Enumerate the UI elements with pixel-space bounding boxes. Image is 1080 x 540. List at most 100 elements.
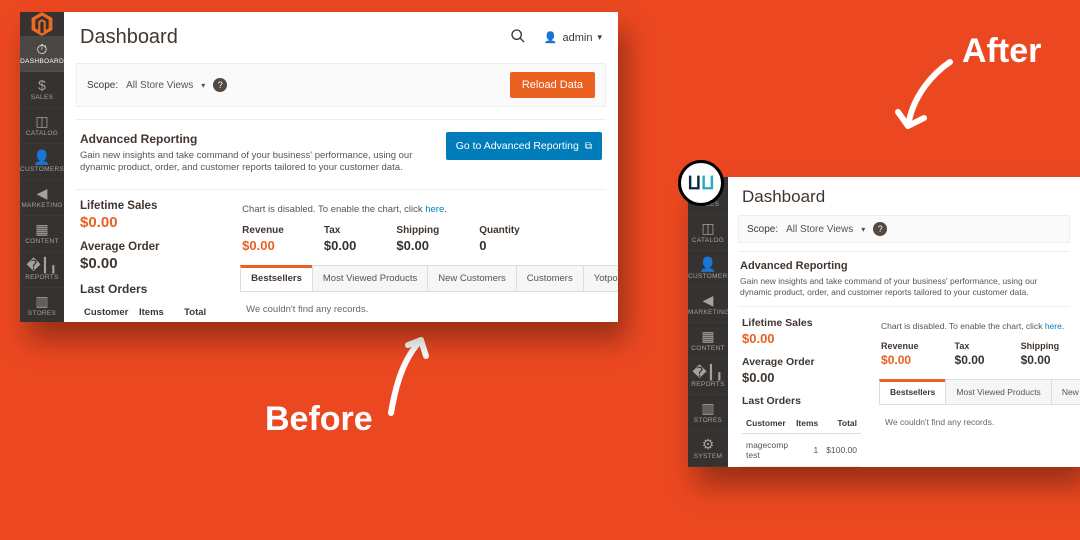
- lifetime-sales-value: $0.00: [80, 214, 210, 231]
- custom-brand-icon: ⵡⵡ: [687, 173, 714, 194]
- reports-icon: �┃╻: [20, 258, 64, 272]
- sidebar-item-label: STORES: [688, 417, 728, 424]
- admin-sidebar: $ SALES ◫ CATALOG 👤 CUSTOMERS ◀ MARKETIN…: [688, 177, 728, 467]
- enable-chart-link[interactable]: here: [425, 204, 444, 215]
- sidebar-item-reports[interactable]: �┃╻ REPORTS: [20, 252, 64, 288]
- catalog-icon: ◫: [688, 221, 728, 235]
- help-icon[interactable]: ?: [213, 78, 227, 92]
- sidebar-item-stores[interactable]: ▥ STORES: [20, 288, 64, 322]
- sidebar-item-marketing[interactable]: ◀ MARKETING: [20, 180, 64, 216]
- customers-icon: 👤: [688, 257, 728, 271]
- sidebar-item-label: CUSTOMERS: [688, 273, 728, 280]
- stat-revenue-value: $0.00: [242, 238, 284, 253]
- page-title: Dashboard: [80, 26, 510, 49]
- before-arrow: [376, 328, 446, 418]
- sidebar-item-label: CATALOG: [688, 237, 728, 244]
- tab-new-customers[interactable]: New Customers: [1051, 379, 1080, 404]
- sidebar-item-reports[interactable]: �┃╻ REPORTS: [688, 359, 728, 395]
- chevron-down-icon: ▾: [201, 81, 205, 90]
- scope-select[interactable]: All Store Views: [126, 80, 193, 91]
- chart-disabled-message: Chart is disabled. To enable the chart, …: [242, 204, 618, 215]
- last-orders-title: Last Orders: [742, 395, 861, 407]
- scope-bar: Scope: All Store Views ▾ ?: [738, 215, 1070, 243]
- table-row[interactable]: magecomp test 1 $100.00: [742, 434, 861, 467]
- average-order-label: Average Order: [80, 241, 210, 253]
- chevron-down-icon: ▾: [861, 225, 865, 234]
- stat-qty-label: Quantity: [479, 225, 520, 236]
- content-icon: ▦: [688, 329, 728, 343]
- stat-revenue-label: Revenue: [881, 341, 919, 351]
- customers-icon: 👤: [20, 150, 64, 164]
- scope-label: Scope:: [87, 80, 118, 91]
- sidebar-item-content[interactable]: ▦ CONTENT: [20, 216, 64, 252]
- table-header-row: Customer Items Total: [80, 302, 210, 322]
- tab-bestsellers[interactable]: Bestsellers: [879, 379, 946, 404]
- lifetime-sales-label: Lifetime Sales: [742, 317, 861, 329]
- advanced-body: Gain new insights and take command of yo…: [80, 150, 426, 175]
- system-icon: ⚙: [688, 437, 728, 451]
- advanced-title: Advanced Reporting: [740, 260, 1068, 272]
- brand-cell: [20, 12, 64, 36]
- col-customer: Customer: [742, 413, 792, 434]
- sidebar-item-sales[interactable]: $ SALES: [20, 72, 64, 108]
- sidebar-item-system[interactable]: ⚙ SYSTEM: [688, 431, 728, 467]
- cell-items: 1: [792, 434, 822, 467]
- main-content: Dashboard 👤 admin ▾ Scope: All Store Vie…: [64, 12, 618, 322]
- main-content: Dashboard Scope: All Store Views ▾ ? Adv…: [728, 177, 1080, 467]
- sidebar-item-label: CONTENT: [20, 238, 64, 245]
- catalog-icon: ◫: [20, 114, 64, 128]
- stat-qty-value: 0: [479, 238, 520, 253]
- tab-new-customers[interactable]: New Customers: [427, 265, 517, 291]
- sidebar-item-catalog[interactable]: ◫ CATALOG: [20, 108, 64, 144]
- tab-customers[interactable]: Customers: [516, 265, 584, 291]
- average-order-value: $0.00: [80, 255, 210, 272]
- col-items: Items: [135, 302, 168, 322]
- stat-tax-label: Tax: [324, 225, 357, 236]
- before-label: Before: [265, 400, 373, 439]
- sidebar-item-stores[interactable]: ▥ STORES: [688, 395, 728, 431]
- sidebar-item-catalog[interactable]: ◫ CATALOG: [688, 215, 728, 251]
- sidebar-item-customers[interactable]: 👤 CUSTOMERS: [20, 144, 64, 180]
- stat-shipping-value: $0.00: [396, 238, 439, 253]
- advanced-reporting-block: Advanced Reporting Gain new insights and…: [738, 251, 1070, 300]
- stat-shipping-value: $0.00: [1021, 353, 1060, 367]
- dashboard-tabs: Bestsellers Most Viewed Products New Cus…: [879, 379, 1080, 405]
- help-icon[interactable]: ?: [873, 222, 887, 236]
- advanced-body: Gain new insights and take command of yo…: [740, 276, 1068, 298]
- tab-most-viewed[interactable]: Most Viewed Products: [945, 379, 1051, 404]
- lifetime-sales-label: Lifetime Sales: [80, 200, 210, 212]
- advanced-reporting-block: Advanced Reporting Gain new insights and…: [76, 119, 606, 179]
- sidebar-item-content[interactable]: ▦ CONTENT: [688, 323, 728, 359]
- scope-bar: Scope: All Store Views ▾ ? Reload Data: [76, 63, 606, 107]
- sidebar-item-marketing[interactable]: ◀ MARKETING: [688, 287, 728, 323]
- last-orders-table: Customer Items Total magecomp test 1 $10…: [742, 413, 861, 467]
- stat-shipping-label: Shipping: [396, 225, 439, 236]
- tab-yotpo[interactable]: Yotpo Reviews: [583, 265, 618, 291]
- marketing-icon: ◀: [20, 186, 64, 200]
- col-total: Total: [822, 413, 861, 434]
- enable-chart-link[interactable]: here: [1045, 321, 1062, 331]
- sidebar-item-label: SALES: [20, 94, 64, 101]
- reload-data-button[interactable]: Reload Data: [510, 72, 595, 98]
- stat-revenue-label: Revenue: [242, 225, 284, 236]
- sidebar-item-dashboard[interactable]: ⏱ DASHBOARD: [20, 36, 64, 72]
- tab-bestsellers[interactable]: Bestsellers: [240, 265, 313, 291]
- page-title: Dashboard: [742, 187, 1066, 207]
- after-arrow: [880, 54, 960, 144]
- reports-icon: �┃╻: [688, 365, 728, 379]
- sidebar-item-customers[interactable]: 👤 CUSTOMERS: [688, 251, 728, 287]
- tab-most-viewed[interactable]: Most Viewed Products: [312, 265, 428, 291]
- dashboard-tabs: Bestsellers Most Viewed Products New Cus…: [240, 265, 618, 292]
- average-order-label: Average Order: [742, 356, 861, 368]
- go-advanced-reporting-button[interactable]: Go to Advanced Reporting ⧉: [446, 132, 602, 160]
- col-items: Items: [792, 413, 822, 434]
- search-icon[interactable]: [510, 28, 526, 47]
- sidebar-item-label: CATALOG: [20, 130, 64, 137]
- account-menu[interactable]: 👤 admin ▾: [544, 31, 602, 44]
- col-total: Total: [168, 302, 210, 322]
- sidebar-item-label: DASHBOARD: [20, 58, 64, 65]
- user-name: admin: [563, 32, 593, 44]
- scope-label: Scope:: [747, 224, 778, 235]
- scope-select[interactable]: All Store Views: [786, 224, 853, 235]
- custom-brand-badge: ⵡⵡ: [678, 160, 724, 206]
